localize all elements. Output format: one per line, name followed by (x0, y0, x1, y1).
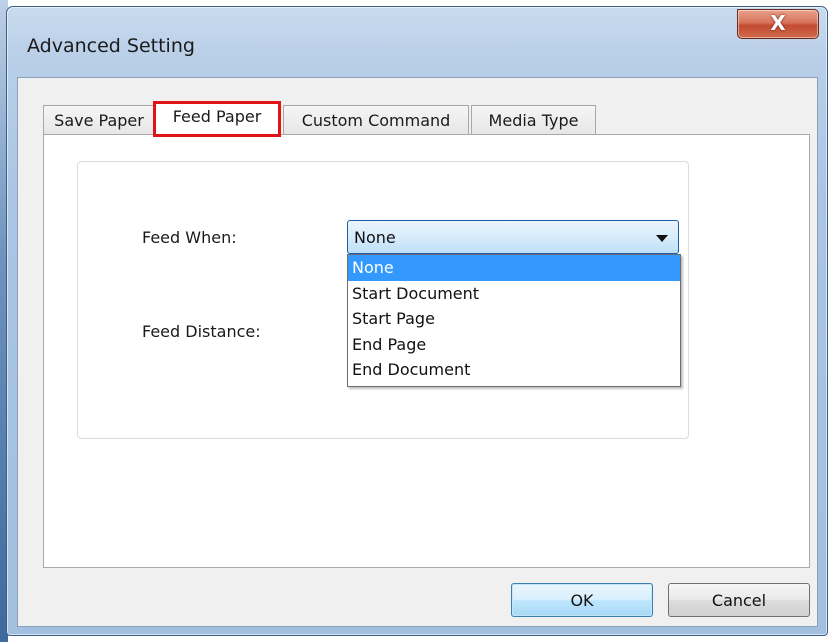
option-end-document[interactable]: End Document (348, 357, 680, 383)
feed-settings-group: Feed When: Feed Distance: None None Star… (77, 161, 689, 439)
feed-when-options-list: None Start Document Start Page End Page … (347, 254, 681, 387)
feed-paper-panel: Feed When: Feed Distance: None None Star… (43, 134, 810, 568)
close-icon: X (770, 11, 786, 35)
feed-when-selected-value: None (354, 228, 396, 247)
option-start-document[interactable]: Start Document (348, 281, 680, 307)
ok-button[interactable]: OK (511, 583, 653, 617)
option-none[interactable]: None (348, 255, 680, 281)
tab-save-paper[interactable]: Save Paper (43, 105, 155, 135)
chevron-down-icon[interactable] (656, 235, 668, 242)
title-bar[interactable]: Advanced Setting X (7, 7, 827, 77)
feed-when-select[interactable]: None (347, 220, 679, 254)
cancel-button[interactable]: Cancel (668, 583, 810, 617)
window-title: Advanced Setting (27, 35, 195, 57)
feed-distance-label: Feed Distance: (142, 322, 261, 341)
close-button[interactable]: X (737, 9, 819, 39)
dialog-client-area: Save Paper Feed Paper Custom Command Med… (17, 77, 818, 627)
advanced-setting-dialog: Advanced Setting X Save Paper Feed Paper… (6, 6, 828, 636)
tab-strip: Save Paper Feed Paper Custom Command Med… (43, 101, 743, 137)
feed-when-label: Feed When: (142, 228, 237, 247)
tab-custom-command[interactable]: Custom Command (283, 105, 469, 135)
option-end-page[interactable]: End Page (348, 332, 680, 358)
tab-media-type[interactable]: Media Type (471, 105, 596, 135)
tab-feed-paper[interactable]: Feed Paper (153, 101, 281, 137)
option-start-page[interactable]: Start Page (348, 306, 680, 332)
